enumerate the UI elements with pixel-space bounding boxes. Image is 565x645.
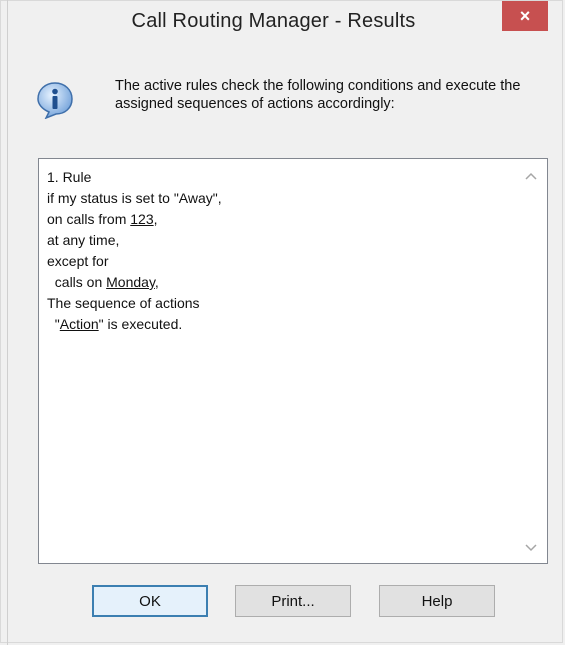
ok-button[interactable]: OK — [92, 585, 208, 617]
button-row: OK Print... Help — [0, 585, 565, 617]
close-icon: × — [519, 5, 531, 26]
rule-line: except for — [47, 253, 109, 269]
rules-content: 1. Rule if my status is set to "Away", o… — [47, 167, 517, 335]
rules-textbox[interactable]: 1. Rule if my status is set to "Away", o… — [38, 158, 548, 564]
rule-line: 1. Rule — [47, 169, 92, 185]
chevron-up-icon[interactable] — [525, 171, 537, 181]
title-bar[interactable]: Call Routing Manager - Results × — [9, 1, 562, 44]
rule-line: The sequence of actions — [47, 295, 200, 311]
comma: , — [154, 274, 159, 290]
rule-line: if my status is set to "Away", — [47, 190, 222, 206]
intro-text: The active rules check the following con… — [115, 78, 521, 112]
rule-line: "Action" is executed. — [47, 314, 517, 335]
rule-text: " — [47, 316, 60, 332]
action-link[interactable]: Action — [60, 316, 99, 332]
close-button[interactable]: × — [502, 1, 548, 31]
rule-text: calls on — [47, 274, 107, 290]
window-title: Call Routing Manager - Results — [131, 10, 416, 32]
rule-line: on calls from 123, — [47, 209, 517, 230]
day-link[interactable]: Monday — [106, 274, 155, 290]
caller-number-link[interactable]: 123 — [130, 211, 153, 227]
window-edge — [7, 0, 8, 645]
info-icon — [37, 82, 73, 119]
help-button[interactable]: Help — [379, 585, 495, 617]
rule-text: is executed. — [103, 316, 183, 332]
rule-line: calls on Monday, — [47, 272, 517, 293]
print-button[interactable]: Print... — [235, 585, 351, 617]
rule-text: on calls from — [47, 211, 131, 227]
comma: , — [153, 211, 158, 227]
rule-line: at any time, — [47, 232, 120, 248]
chevron-down-icon[interactable] — [525, 543, 537, 553]
